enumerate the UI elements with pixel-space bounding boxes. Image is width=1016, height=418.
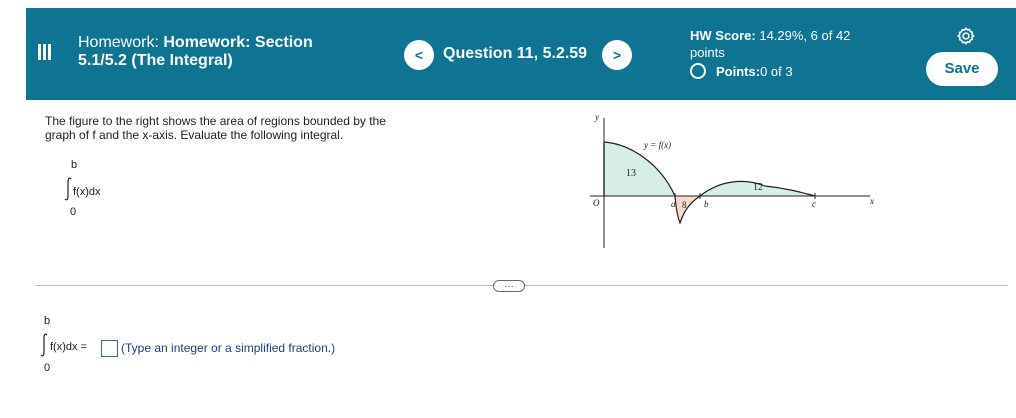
title-line2: 5.1/5.2 (The Integral) (78, 52, 233, 69)
integral-integrand: f(x)dx (73, 186, 101, 198)
score-line2: points (690, 45, 725, 60)
chevron-left-icon: < (414, 47, 424, 63)
y-axis-label: y (594, 112, 599, 122)
menu-icon[interactable] (38, 44, 54, 62)
integral-sign-icon (64, 177, 72, 201)
title-bold: Homework: Section (163, 34, 313, 51)
header-bar: Homework: Homework: Section 5.1/5.2 (The… (26, 8, 1016, 100)
problem-text: The figure to the right shows the area o… (45, 114, 445, 142)
origin-label: O (593, 198, 600, 208)
answer-lower-limit: 0 (44, 362, 51, 374)
next-question-button[interactable]: > (602, 40, 632, 70)
hw-score: HW Score: 14.29%, 6 of 42 points (690, 27, 890, 61)
area-label-8: 8 (682, 200, 687, 210)
answer-hint: (Type an integer or a simplified fractio… (121, 341, 336, 355)
more-options-button[interactable]: … (493, 280, 525, 292)
integral-lower-limit: 0 (70, 206, 77, 218)
answer-upper-limit: b (44, 315, 51, 327)
label-b: b (704, 199, 709, 209)
answer-integrand: f(x)dx = (50, 341, 87, 353)
points-radio-icon (690, 63, 706, 79)
top-strip (0, 0, 1016, 8)
area-label-12: 12 (753, 182, 763, 193)
question-label: Question 11, 5.2.59 (443, 45, 588, 62)
points-row: Points: 0 of 3 (690, 63, 793, 79)
problem-line2: graph of f and the x-axis. Evaluate the … (45, 128, 344, 142)
score-value: 14.29%, 6 of 42 (755, 28, 851, 43)
score-label: HW Score: (690, 28, 756, 43)
label-c: c (812, 199, 816, 209)
chevron-right-icon: > (612, 47, 622, 63)
prev-question-button[interactable]: < (404, 40, 434, 70)
function-label: y = f(x) (643, 140, 671, 150)
x-axis-label: x (869, 196, 874, 206)
answer-input[interactable] (101, 340, 118, 357)
area-label-13: 13 (626, 168, 636, 179)
title-prefix: Homework: (78, 34, 164, 51)
points-label: Points: (716, 63, 761, 79)
settings-gear-icon[interactable] (956, 26, 976, 46)
integral-upper-limit: b (71, 159, 78, 171)
problem-line1: The figure to the right shows the area o… (45, 114, 386, 128)
points-value: 0 of 3 (760, 63, 793, 79)
answer-integral-sign-icon (40, 333, 48, 357)
save-button[interactable]: Save (926, 52, 998, 86)
homework-title: Homework: Homework: Section 5.1/5.2 (The… (78, 34, 378, 70)
label-a: a (671, 199, 676, 209)
area-graph: y x O y = f(x) 13 8 12 a b c (590, 112, 874, 248)
region-13 (604, 142, 675, 196)
